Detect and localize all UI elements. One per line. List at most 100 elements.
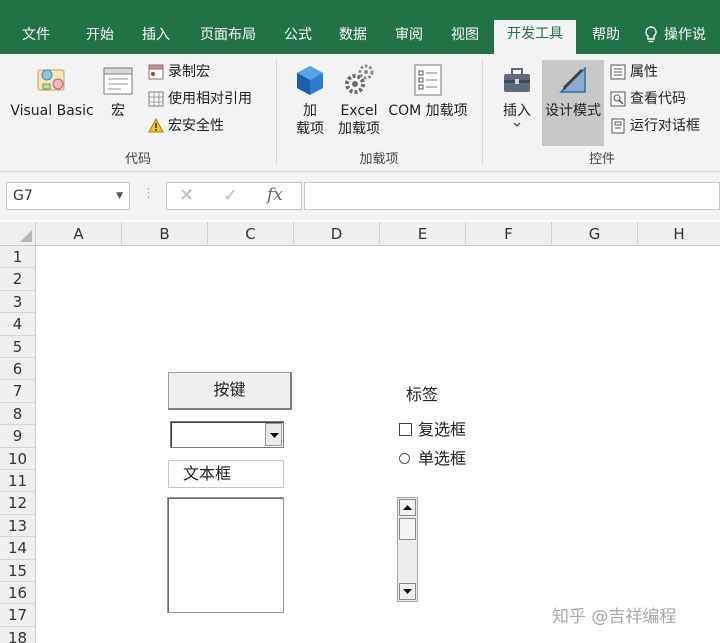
excel-addins-label-line2: 加载项 (338, 121, 380, 137)
group-separator (276, 60, 277, 164)
record-macro-button[interactable]: 录制宏 (148, 62, 210, 82)
formula-input[interactable] (304, 182, 720, 210)
row-header[interactable]: 13 (0, 515, 35, 538)
text-box[interactable]: 文本框 (168, 460, 284, 488)
com-addins-label: COM 加载项 (388, 103, 468, 119)
row-headers: 1 2 3 4 5 6 7 8 9 10 11 12 13 14 15 16 1… (0, 246, 36, 643)
watermark: 知乎 @吉祥编程 (552, 607, 677, 627)
row-header[interactable]: 10 (0, 448, 35, 470)
row-header[interactable]: 1 (0, 246, 35, 269)
combo-dropdown-button[interactable] (265, 423, 282, 446)
toolbox-icon (504, 68, 530, 92)
record-macro-label: 录制宏 (168, 64, 210, 80)
tab-developer[interactable]: 开发工具 (494, 20, 576, 54)
warning-icon (148, 118, 164, 133)
tab-review[interactable]: 审阅 (382, 22, 436, 54)
row-header[interactable]: 7 (0, 380, 35, 403)
column-header-g[interactable]: G (552, 222, 638, 246)
scroll-up-button[interactable] (399, 499, 416, 516)
design-mode-button[interactable]: 设计模式 (542, 60, 604, 146)
row-header[interactable]: 3 (0, 291, 35, 314)
cancel-icon[interactable]: ✕ (179, 185, 194, 206)
use-relative-references-label: 使用相对引用 (168, 91, 252, 107)
combo-box[interactable] (170, 421, 284, 448)
tab-help[interactable]: 帮助 (580, 22, 632, 54)
form-button[interactable]: 按键 (168, 372, 292, 410)
properties-button[interactable]: 属性 (610, 62, 658, 82)
radio-label: 单选框 (418, 449, 467, 468)
radio-circle[interactable] (399, 453, 410, 464)
radio-button[interactable]: 单选框 (399, 445, 466, 469)
row-header[interactable]: 9 (0, 425, 35, 448)
view-code-label: 查看代码 (630, 91, 686, 107)
macro-security-button[interactable]: 宏安全性 (148, 116, 224, 136)
column-header-f[interactable]: F (466, 222, 552, 246)
tab-page-layout[interactable]: 页面布局 (186, 22, 270, 54)
name-box[interactable]: G7 ▼ (6, 182, 130, 210)
addins-cube-icon (297, 66, 323, 95)
row-header[interactable]: 16 (0, 582, 35, 605)
row-header[interactable]: 2 (0, 268, 35, 291)
record-macro-icon (148, 64, 164, 80)
visual-basic-button[interactable]: Visual Basic (8, 62, 96, 120)
formula-buttons: ✕ ✓ fx (166, 182, 302, 210)
row-header[interactable]: 11 (0, 470, 35, 493)
row-header[interactable]: 12 (0, 492, 35, 515)
checkbox[interactable]: 复选框 (399, 416, 466, 440)
column-header-h[interactable]: H (638, 222, 720, 246)
row-header[interactable]: 5 (0, 336, 35, 358)
row-header[interactable]: 15 (0, 560, 35, 582)
row-header[interactable]: 8 (0, 403, 35, 426)
enter-icon[interactable]: ✓ (223, 185, 238, 206)
formula-bar-grip[interactable]: ⋮ (142, 186, 155, 201)
row-header[interactable]: 18 (0, 627, 35, 643)
excel-addins-button[interactable]: Excel 加载项 (334, 62, 384, 138)
select-all-corner[interactable] (0, 222, 36, 246)
addins-group-label: 加载项 (359, 152, 399, 167)
design-mode-label: 设计模式 (545, 103, 601, 119)
column-header-a[interactable]: A (36, 222, 122, 246)
tab-formulas[interactable]: 公式 (272, 22, 324, 54)
arrow-up-icon (403, 505, 412, 510)
chevron-down-icon[interactable]: ▼ (116, 183, 123, 209)
controls-group-label: 控件 (588, 152, 615, 167)
row-header[interactable]: 14 (0, 537, 35, 560)
column-header-d[interactable]: D (294, 222, 380, 246)
scroll-bar[interactable] (397, 497, 418, 602)
tab-insert[interactable]: 插入 (128, 22, 184, 54)
form-label: 标签 (406, 385, 439, 404)
scroll-thumb[interactable] (399, 518, 416, 540)
macro-icon (103, 67, 133, 95)
tab-home[interactable]: 开始 (72, 22, 128, 54)
properties-icon (610, 64, 626, 80)
checkbox-square[interactable] (399, 423, 412, 436)
row-header[interactable]: 6 (0, 358, 35, 381)
addins-button[interactable]: 加 载项 (288, 62, 332, 138)
arrow-down-icon (403, 589, 412, 594)
column-header-b[interactable]: B (122, 222, 208, 246)
scroll-down-button[interactable] (399, 583, 416, 600)
column-header-c[interactable]: C (208, 222, 294, 246)
column-header-e[interactable]: E (380, 222, 466, 246)
insert-control-label: 插入 (503, 103, 531, 119)
macros-button[interactable]: 宏 (98, 62, 138, 120)
row-header[interactable]: 17 (0, 604, 35, 627)
insert-function-button[interactable]: fx (267, 185, 283, 205)
design-mode-icon (559, 66, 586, 93)
insert-control-button[interactable]: 插入 (494, 62, 540, 128)
addins-label-line1: 加 (303, 103, 317, 119)
row-header[interactable]: 4 (0, 313, 35, 336)
tell-me-label: 操作说 (664, 27, 706, 43)
tab-data[interactable]: 数据 (326, 22, 380, 54)
chevron-down-icon (270, 433, 279, 438)
tab-file[interactable]: 文件 (8, 22, 64, 54)
macro-security-label: 宏安全性 (168, 118, 224, 134)
use-relative-references-button[interactable]: 使用相对引用 (148, 89, 252, 109)
run-dialog-button[interactable]: 运行对话框 (610, 116, 700, 136)
tab-tell-me[interactable]: 操作说 (644, 22, 720, 54)
gears-icon (345, 64, 374, 94)
tab-view[interactable]: 视图 (438, 22, 492, 54)
list-box[interactable] (167, 497, 284, 613)
com-addins-button[interactable]: COM 加载项 (384, 62, 472, 120)
view-code-button[interactable]: 查看代码 (610, 89, 686, 109)
